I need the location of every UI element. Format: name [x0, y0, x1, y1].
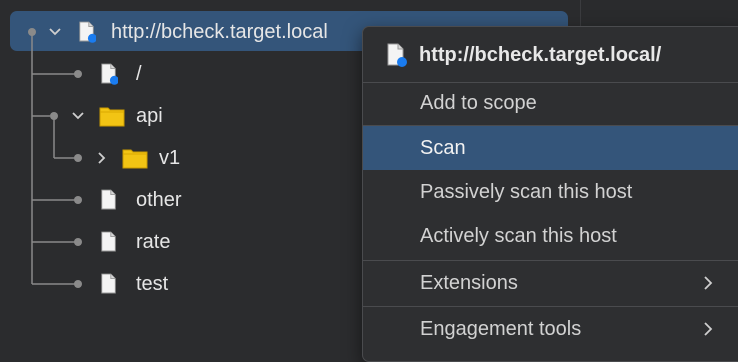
menu-item-add-to-scope[interactable]: Add to scope [363, 81, 738, 125]
menu-item-extensions[interactable]: Extensions [363, 261, 738, 305]
tree-item-test[interactable]: test [100, 269, 168, 299]
folder-icon [99, 107, 125, 127]
folder-icon [122, 149, 148, 169]
tree-item-label: v1 [159, 146, 181, 169]
tree-item-other[interactable]: other [100, 185, 182, 215]
menu-item-label: Add to scope [420, 91, 537, 114]
chevron-right-icon [704, 322, 713, 336]
context-menu-title: http://bcheck.target.local/ [419, 43, 662, 66]
chevron-right-icon [704, 276, 713, 290]
menu-item-label: Actively scan this host [420, 224, 617, 247]
menu-item-scan[interactable]: Scan [363, 126, 738, 170]
chevron-right-icon[interactable] [94, 150, 110, 166]
tree-item-label: rate [136, 230, 171, 253]
context-menu-header: http://bcheck.target.local/ [363, 27, 738, 83]
doc-icon [101, 273, 116, 294]
tree-item-root-label: http://bcheck.target.local [111, 20, 328, 43]
menu-item-label: Extensions [420, 271, 518, 294]
tree-item-root[interactable]: http://bcheck.target.local [78, 17, 328, 47]
tree-item-api[interactable]: api [99, 101, 163, 131]
site-doc-icon [79, 21, 96, 43]
tree-item-label: / [136, 62, 142, 85]
doc-icon [101, 189, 116, 210]
tree-item-label: api [136, 104, 163, 127]
menu-item-label: Engagement tools [420, 317, 582, 340]
tree-item-label: other [136, 188, 182, 211]
menu-item-label: Passively scan this host [420, 180, 633, 203]
tree-item-slash[interactable]: / [100, 59, 142, 89]
menu-item-label: Scan [420, 136, 466, 159]
chevron-down-icon[interactable] [47, 24, 63, 40]
menu-item-engagement-tools[interactable]: Engagement tools [363, 307, 738, 351]
menu-item-passive-scan[interactable]: Passively scan this host [363, 170, 738, 214]
chevron-down-icon[interactable] [70, 108, 86, 124]
tree-item-label: test [136, 272, 169, 295]
site-doc-icon [387, 43, 407, 67]
menu-item-active-scan[interactable]: Actively scan this host [363, 214, 738, 258]
doc-icon [101, 231, 116, 252]
context-menu: http://bcheck.target.local/ Add to scope… [362, 26, 738, 362]
tree-item-rate[interactable]: rate [100, 227, 170, 257]
tree-item-v1[interactable]: v1 [122, 143, 180, 173]
site-doc-icon [101, 63, 118, 85]
